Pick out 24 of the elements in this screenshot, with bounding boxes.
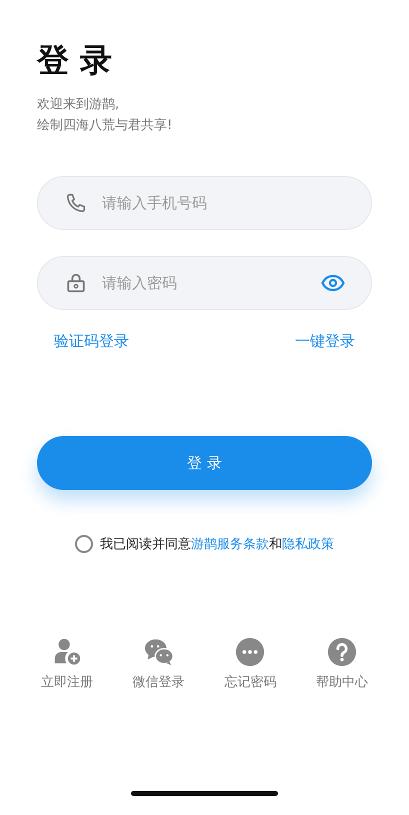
agree-radio[interactable] <box>75 535 93 553</box>
action-label[interactable]: 立即注册 <box>41 673 93 691</box>
help-icon[interactable] <box>326 637 357 667</box>
welcome-text: 绘制四海八荒与君共享! <box>37 117 174 135</box>
action-label[interactable]: 微信登录 <box>132 673 185 691</box>
password-input[interactable]: 请输入密码 <box>100 273 321 293</box>
phone-icon <box>65 192 87 214</box>
phone-field[interactable]: 请输入手机号码 <box>37 176 372 230</box>
action-label[interactable]: 帮助中心 <box>316 673 368 691</box>
login-button[interactable]: 登 录 <box>37 436 372 490</box>
password-field[interactable]: 请输入密码 <box>37 256 372 310</box>
action-label[interactable]: 忘记密码 <box>224 673 276 691</box>
welcome-text: 欢迎来到游鹊, <box>37 96 120 114</box>
lock-icon <box>65 272 87 294</box>
privacy-link[interactable]: 隐私政策 <box>282 537 334 552</box>
phone-input[interactable]: 请输入手机号码 <box>100 193 345 213</box>
more-icon[interactable] <box>235 637 266 667</box>
one-click-login-link[interactable]: 一键登录 <box>295 332 355 351</box>
sms-login-link[interactable]: 验证码登录 <box>54 332 129 351</box>
terms-link[interactable]: 游鹊服务条款 <box>191 537 269 552</box>
agreement-text: 我已阅读并同意游鹊服务条款和隐私政策 <box>100 536 334 553</box>
chat-bubbles-icon[interactable] <box>144 637 174 667</box>
add-user-icon[interactable] <box>52 637 82 667</box>
page-title: 登 录 <box>37 40 114 80</box>
